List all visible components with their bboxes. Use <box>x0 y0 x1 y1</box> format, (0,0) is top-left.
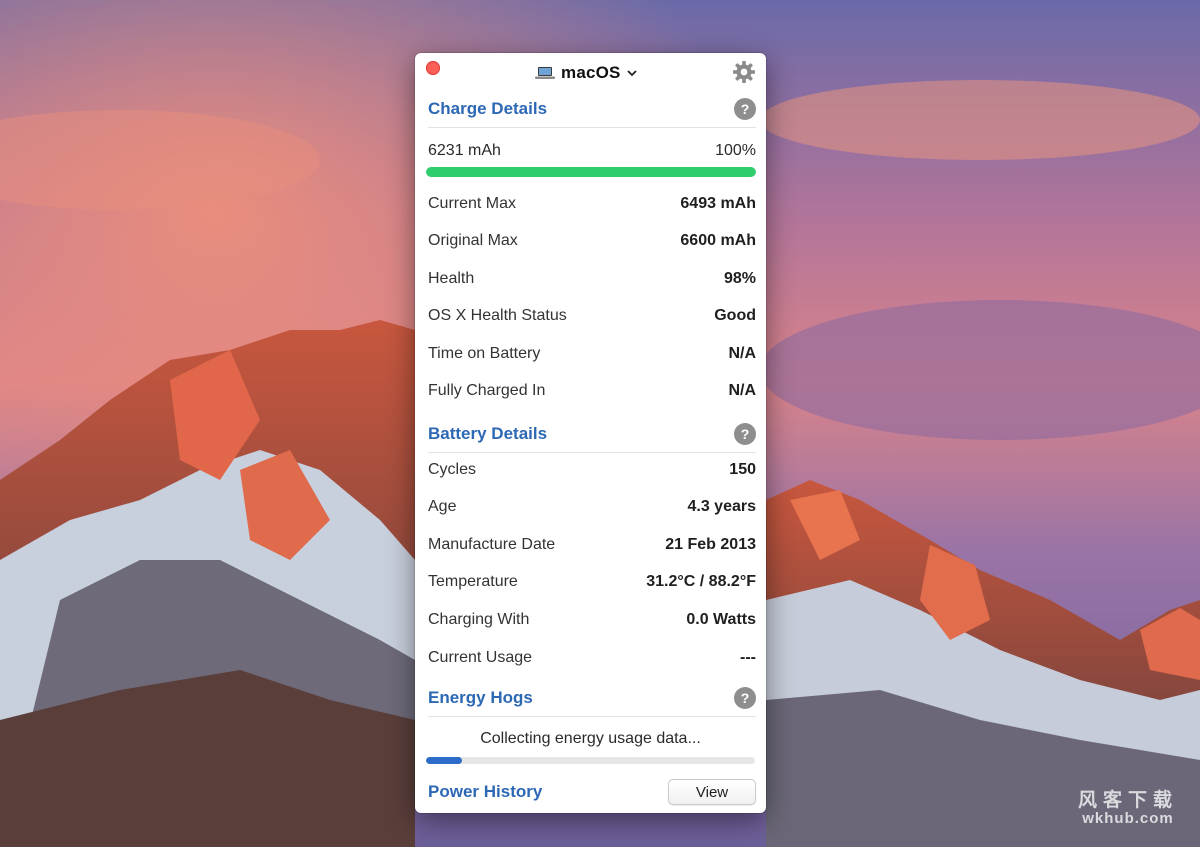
info-label: Charging With <box>428 611 530 628</box>
info-value: N/A <box>728 382 756 399</box>
titlebar: macOS <box>415 53 766 91</box>
info-row-current-usage: Current Usage --- <box>428 646 756 670</box>
info-label: Current Max <box>428 195 517 212</box>
energy-hogs-header: Energy Hogs ? <box>428 680 756 717</box>
info-value: 6600 mAh <box>680 232 756 249</box>
battery-details-help-icon[interactable]: ? <box>734 423 756 445</box>
info-label: Original Max <box>428 232 518 249</box>
info-label: OS X Health Status <box>428 307 567 324</box>
gear-icon[interactable] <box>732 60 756 84</box>
info-value: 0.0 Watts <box>686 611 756 628</box>
energy-progress-bar <box>426 757 755 764</box>
info-label: Current Usage <box>428 649 533 666</box>
info-row-temperature: Temperature 31.2°C / 88.2°F <box>428 570 756 594</box>
charge-details-help-icon[interactable]: ? <box>734 98 756 120</box>
close-button[interactable] <box>426 61 440 75</box>
current-charge: 6231 mAh <box>428 142 501 159</box>
info-row-age: Age 4.3 years <box>428 495 756 519</box>
info-value: 31.2°C / 88.2°F <box>646 573 756 590</box>
battery-popover: macOS Charge Details ? 6231 mAh 100% Cur… <box>415 53 766 813</box>
info-row-time-on-battery: Time on Battery N/A <box>428 342 756 366</box>
chevron-down-icon <box>626 69 637 76</box>
info-label: Manufacture Date <box>428 536 556 553</box>
info-value: 6493 mAh <box>680 195 756 212</box>
info-row-fully-charged-in: Fully Charged In N/A <box>428 379 756 403</box>
device-selector[interactable]: macOS <box>535 62 637 84</box>
watermark-line-1: 风客下载 <box>1077 790 1178 812</box>
charge-progress-bar <box>426 167 756 177</box>
charge-summary: 6231 mAh 100% <box>428 139 756 163</box>
watermark-line-2: wkhub.com <box>1082 810 1174 828</box>
info-value: --- <box>740 649 756 666</box>
info-row-current-max: Current Max 6493 mAh <box>428 192 756 216</box>
info-row-manufacture-date: Manufacture Date 21 Feb 2013 <box>428 533 756 557</box>
charge-progress-fill <box>426 167 756 177</box>
info-row-cycles: Cycles 150 <box>428 458 756 482</box>
watermark: 风客下载 wkhub.com <box>1078 791 1178 827</box>
info-row-original-max: Original Max 6600 mAh <box>428 229 756 253</box>
power-history-row: Power History View <box>428 778 756 806</box>
info-value: Good <box>714 307 756 324</box>
info-label: Time on Battery <box>428 345 541 362</box>
device-name: macOS <box>561 63 621 82</box>
energy-status-text: Collecting energy usage data... <box>480 730 701 747</box>
laptop-icon <box>535 67 555 79</box>
view-button[interactable]: View <box>668 779 756 805</box>
charge-details-title: Charge Details <box>428 99 548 118</box>
info-value: 150 <box>729 461 756 478</box>
info-label: Fully Charged In <box>428 382 546 399</box>
info-label: Health <box>428 270 475 287</box>
energy-progress-fill <box>426 757 463 764</box>
info-value: N/A <box>728 345 756 362</box>
battery-details-title: Battery Details <box>428 424 548 443</box>
power-history-title: Power History <box>428 782 543 801</box>
charge-details-header: Charge Details ? <box>428 91 756 128</box>
info-label: Cycles <box>428 461 477 478</box>
info-row-health: Health 98% <box>428 267 756 291</box>
info-row-charging-with: Charging With 0.0 Watts <box>428 608 756 632</box>
info-value: 4.3 years <box>687 498 756 515</box>
charge-percent: 100% <box>715 142 756 159</box>
info-value: 21 Feb 2013 <box>665 536 756 553</box>
info-label: Age <box>428 498 457 515</box>
info-row-health-status: OS X Health Status Good <box>428 304 756 328</box>
energy-hogs-title: Energy Hogs <box>428 688 533 707</box>
energy-hogs-help-icon[interactable]: ? <box>734 687 756 709</box>
battery-details-header: Battery Details ? <box>428 416 756 453</box>
info-label: Temperature <box>428 573 518 590</box>
info-value: 98% <box>723 270 756 287</box>
